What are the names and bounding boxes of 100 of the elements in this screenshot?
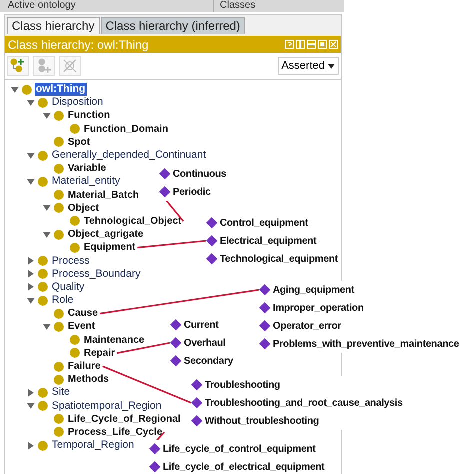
class-icon [38, 150, 48, 161]
individual-icon [259, 320, 271, 332]
class-icon [54, 322, 64, 332]
tab[interactable]: Class hierarchy [7, 17, 100, 34]
individual-label: Life_cycle_of_electrical_equipment [163, 462, 325, 472]
tree-item[interactable]: Methods [67, 373, 110, 386]
tree-item[interactable]: Spatiotemporal_Region [51, 400, 163, 413]
class-icon [38, 296, 48, 306]
individual-label: Life_cycle_of_control_equipment [163, 444, 316, 454]
class-icon [54, 137, 64, 148]
tree-item[interactable]: Site [51, 386, 72, 400]
tree-item[interactable]: Disposition [51, 96, 104, 110]
individual-label: Operator_error [273, 320, 342, 332]
tree-item[interactable]: Object_agrigate [67, 228, 145, 242]
individual-label: Technological_equipment [220, 254, 338, 264]
tree-item[interactable]: Repair [83, 346, 116, 360]
caret-down-icon[interactable] [27, 296, 35, 305]
tab[interactable]: Class hierarchy (inferred) [100, 17, 246, 34]
tree-item[interactable]: owl:Thing [35, 83, 87, 96]
tree-item[interactable]: Process_Life_Cycle [67, 426, 164, 439]
individual-icon [170, 355, 182, 367]
connector-line [116, 342, 170, 354]
class-icon [70, 216, 80, 226]
caret-down-icon[interactable] [43, 204, 51, 212]
class-icon [38, 440, 48, 451]
tree-item[interactable]: Material_entity [51, 175, 122, 188]
class-icon [70, 335, 80, 346]
tree-item[interactable]: Material_Batch [67, 188, 140, 202]
class-icon [54, 110, 64, 121]
tree-item[interactable]: Object [67, 202, 100, 215]
tree-item[interactable]: Cause [67, 307, 100, 320]
caret-down-icon[interactable] [27, 178, 35, 186]
individual-icon [159, 186, 171, 198]
caret-down-icon[interactable] [43, 230, 51, 239]
individual-label: Periodic [173, 186, 211, 198]
individual-icon [149, 443, 161, 455]
tree-item[interactable]: Function [67, 109, 112, 122]
tree-item[interactable]: Role [51, 294, 75, 308]
class-icon [38, 401, 48, 412]
caret-down-icon[interactable] [27, 98, 35, 107]
individual-icon [191, 415, 203, 427]
caret-down-icon[interactable] [11, 86, 19, 94]
individual-label: Without_troubleshooting [205, 416, 320, 426]
class-icon [38, 388, 48, 398]
class-icon [70, 124, 80, 134]
tree-item[interactable]: Generally_depended_Continuant [51, 149, 208, 162]
caret-down-icon [328, 64, 335, 68]
individual-label: Continuous [173, 168, 227, 180]
class-icon [38, 282, 48, 292]
individual-icon [259, 302, 271, 314]
tree-item[interactable]: Equipment [83, 241, 137, 254]
connector-line [138, 240, 206, 249]
class-icon [54, 427, 64, 438]
caret-right-icon[interactable] [27, 257, 35, 266]
individual-label: Troubleshooting [205, 380, 280, 390]
class-icon [54, 203, 64, 214]
individual-icon [206, 253, 218, 265]
caret-down-icon[interactable] [43, 322, 51, 331]
mode-dropdown[interactable]: Asserted [278, 57, 339, 75]
caret-right-icon[interactable] [27, 388, 35, 397]
class-icon [54, 414, 64, 424]
tree-item[interactable]: Spot [67, 136, 92, 149]
tree-item[interactable]: Quality [51, 280, 86, 294]
class-icon [54, 374, 64, 385]
class-icon [54, 190, 64, 200]
class-icon [22, 84, 32, 95]
tree-item[interactable]: Tehnological_Object [83, 214, 183, 228]
caret-right-icon[interactable] [27, 270, 35, 278]
individual-icon [191, 397, 203, 409]
tree-item[interactable]: Failure [67, 360, 102, 374]
tree-item[interactable]: Function_Domain [83, 122, 170, 136]
individual-icon [191, 379, 203, 391]
tree-item[interactable]: Process_Boundary [51, 268, 142, 281]
tree-item[interactable]: Variable [67, 162, 108, 176]
caret-down-icon[interactable] [27, 402, 35, 410]
caret-right-icon[interactable] [27, 283, 35, 292]
class-icon [38, 98, 48, 108]
caret-right-icon[interactable] [27, 442, 35, 450]
tree-item[interactable]: Process [51, 254, 91, 268]
caret-down-icon[interactable] [43, 112, 51, 120]
tree-item[interactable]: Event [67, 320, 96, 334]
individual-label: Current [184, 320, 219, 330]
individual-icon [170, 319, 182, 331]
class-icon [54, 362, 64, 372]
individual-icon [149, 461, 161, 473]
class-icon [70, 242, 80, 253]
caret-down-icon[interactable] [27, 152, 35, 160]
tree-item[interactable]: Life_Cycle_of_Regional [67, 412, 182, 426]
tree-item[interactable]: Maintenance [83, 334, 146, 347]
class-icon [38, 176, 48, 187]
individual-label: Improper_operation [273, 302, 364, 314]
class-icon [54, 230, 64, 240]
add-subclass-button[interactable] [7, 56, 29, 76]
panel-title: Classes [213, 0, 256, 12]
tree-item[interactable]: Temporal_Region [51, 439, 136, 452]
individual-icon [259, 338, 271, 350]
class-icon [38, 256, 48, 266]
class-icon [54, 308, 64, 319]
view-title: Class hierarchy: owl:Thing [8, 38, 150, 52]
individual-label: Troubleshooting_and_root_cause_analysis [205, 398, 403, 408]
